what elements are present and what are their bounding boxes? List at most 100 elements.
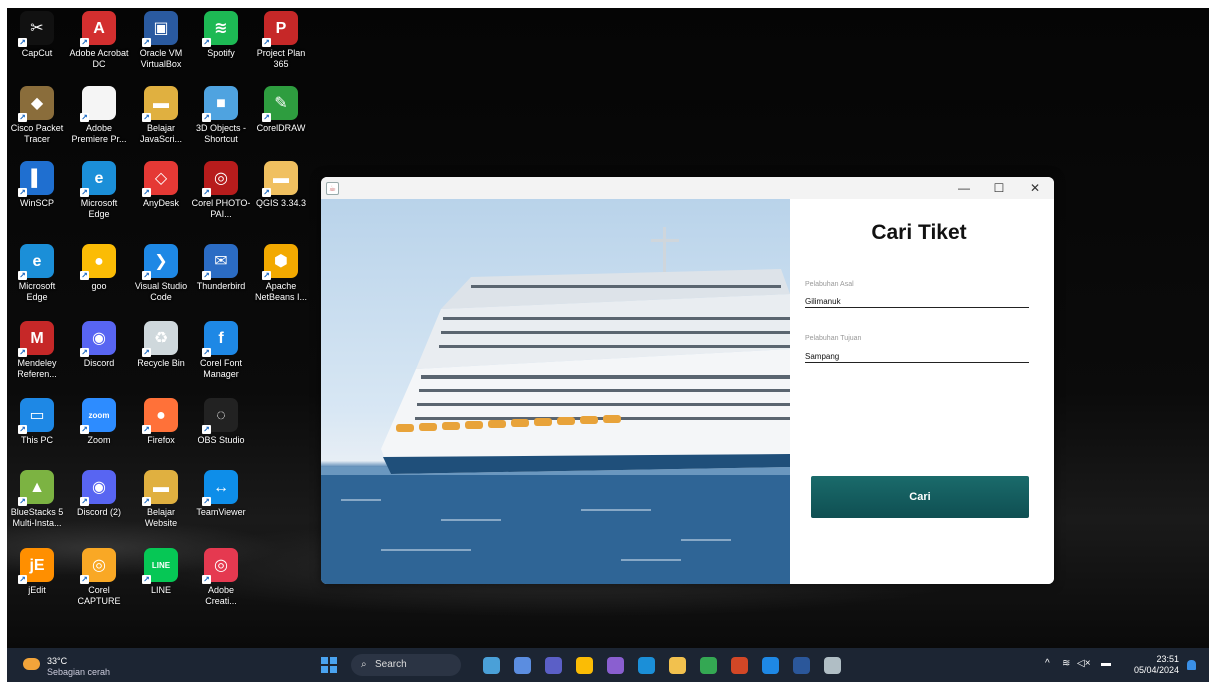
desktop-icon-label: CapCut [21,48,53,58]
desktop-icon[interactable]: ◎ ↗ Corel CAPTURE [69,548,129,607]
desktop-icon[interactable]: ● ↗ goo [69,244,129,292]
desktop-icon[interactable]: A ↗ Adobe Acrobat DC [69,11,129,70]
close-button[interactable]: ✕ [1017,177,1053,199]
desktop-icon[interactable]: ▬ ↗ Belajar JavaScri... [131,86,191,145]
app-icon: ♻ ↗ [142,321,178,357]
desktop-icon[interactable]: ♻ ↗ Recycle Bin [131,321,191,369]
desktop-icon[interactable]: ▭ ↗ This PC [7,398,67,446]
desktop-icon[interactable]: zoom ↗ Zoom [69,398,129,446]
taskbar-visual-studio-icon[interactable] [607,657,624,674]
desktop-icon-label: Mendeley Referen... [17,358,57,379]
desktop-icon[interactable]: ≋ ↗ Spotify [191,11,251,59]
desktop-icon-label: Microsoft Edge [18,281,56,302]
notification-bell-icon[interactable] [1187,660,1196,670]
shortcut-arrow-icon: ↗ [142,425,151,434]
desktop-icon-label: Apache NetBeans I... [254,281,308,302]
maximize-button[interactable]: ☐ [981,177,1017,199]
desktop-icon[interactable]: ◇ ↗ AnyDesk [131,161,191,209]
desktop-icon[interactable]: jE ↗ jEdit [7,548,67,596]
taskbar-search[interactable]: ⌕ Search [351,654,461,676]
desktop-icon[interactable]: ▬ ↗ Belajar Website [131,470,191,529]
taskbar-chrome-2-icon[interactable] [700,657,717,674]
search-placeholder: Search [375,659,407,670]
taskbar-edge-icon[interactable] [638,657,655,674]
taskbar-teams-icon[interactable] [545,657,562,674]
windows-logo-pane [330,666,337,673]
app-icon: ◌ ↗ [202,398,238,434]
shortcut-arrow-icon: ↗ [202,38,211,47]
app-icon: ≋ ↗ [202,11,238,47]
desktop-icon[interactable]: ◌ ↗ OBS Studio [191,398,251,446]
shortcut-arrow-icon: ↗ [142,113,151,122]
app-icon: ▬ ↗ [262,161,298,197]
desktop-icon[interactable]: ◎ ↗ Corel PHOTO-PAI... [191,161,251,220]
desktop-icon[interactable]: e ↗ Microsoft Edge [7,244,67,303]
desktop-icon[interactable]: ↔ ↗ TeamViewer [191,470,251,518]
origin-port-input[interactable] [805,295,1029,308]
destination-port-label: Pelabuhan Tujuan [805,335,862,342]
shortcut-arrow-icon: ↗ [80,113,89,122]
desktop-icon-label: jEdit [28,585,46,595]
desktop-icon[interactable]: ◉ ↗ Discord (2) [69,470,129,518]
battery-icon[interactable]: ▬ [1101,658,1111,669]
desktop-icon[interactable]: ✉ ↗ Thunderbird [191,244,251,292]
taskbar-file-explorer-icon[interactable] [669,657,686,674]
window-titlebar[interactable]: ☕ — ☐ ✕ [321,177,1054,199]
desktop-icon[interactable]: ■ ↗ 3D Objects - Shortcut [191,86,251,145]
shortcut-arrow-icon: ↗ [202,425,211,434]
taskbar-netbeans-icon[interactable] [762,657,779,674]
desktop-icon[interactable]: LINE ↗ LINE [131,548,191,596]
desktop-icon[interactable]: f ↗ Corel Font Manager [191,321,251,380]
app-icon: zoom ↗ [80,398,116,434]
taskbar-word-icon[interactable] [793,657,810,674]
desktop-icon[interactable]: ◉ ↗ Discord [69,321,129,369]
desktop-icon-label: 3D Objects - Shortcut [195,123,246,144]
desktop-icon[interactable]: ✂ ↗ CapCut [7,11,67,59]
app-icon: e ↗ [18,244,54,280]
shortcut-arrow-icon: ↗ [80,188,89,197]
app-icon: f ↗ [202,321,238,357]
desktop-icon[interactable]: ◎ ↗ Adobe Creati... [191,548,251,607]
shortcut-arrow-icon: ↗ [262,113,271,122]
taskbar-powerpoint-icon[interactable] [731,657,748,674]
desktop-icon[interactable]: ▲ ↗ BlueStacks 5 Multi-Insta... [7,470,67,529]
taskbar-clock[interactable]: 23:51 05/04/2024 [1125,654,1179,676]
shortcut-arrow-icon: ↗ [142,575,151,584]
wifi-icon[interactable]: ≋ [1062,658,1070,669]
shortcut-arrow-icon: ↗ [80,575,89,584]
desktop-icon[interactable]: M ↗ Mendeley Referen... [7,321,67,380]
start-button[interactable] [321,657,337,673]
desktop-icon[interactable]: e ↗ Microsoft Edge [69,161,129,220]
desktop-icon[interactable]: ▌ ↗ WinSCP [7,161,67,209]
taskbar-java-icon[interactable] [824,657,841,674]
app-icon: ▲ ↗ [18,470,54,506]
destination-port-input[interactable] [805,350,1029,363]
cruise-ship-image [321,199,790,584]
shortcut-arrow-icon: ↗ [18,271,27,280]
desktop-icon[interactable]: ↗ Adobe Premiere Pr... [69,86,129,145]
shortcut-arrow-icon: ↗ [202,575,211,584]
desktop-icon[interactable]: ▬ ↗ QGIS 3.34.3 [251,161,311,209]
shortcut-arrow-icon: ↗ [18,348,27,357]
taskbar-chrome-icon[interactable] [576,657,593,674]
desktop-icon[interactable]: ✎ ↗ CorelDRAW [251,86,311,134]
desktop-icon[interactable]: P ↗ Project Plan 365 [251,11,311,70]
ticket-search-form: Cari Tiket Pelabuhan Asal Pelabuhan Tuju… [793,199,1054,584]
windows-logo-pane [330,657,337,664]
desktop-icon[interactable]: ◆ ↗ Cisco Packet Tracer [7,86,67,145]
app-icon: ✂ ↗ [18,11,54,47]
app-icon: M ↗ [18,321,54,357]
tray-overflow-chevron-icon[interactable]: ^ [1045,658,1050,669]
desktop-icon-label: Adobe Acrobat DC [69,48,129,69]
desktop-icon[interactable]: ❯ ↗ Visual Studio Code [131,244,191,303]
minimize-button[interactable]: — [946,177,982,199]
taskbar-landscape-icon[interactable] [483,657,500,674]
desktop-icon[interactable]: ⬢ ↗ Apache NetBeans I... [251,244,311,303]
desktop-icon[interactable]: ● ↗ Firefox [131,398,191,446]
form-title: Cari Tiket [871,221,967,244]
taskbar-people-icon[interactable] [514,657,531,674]
desktop-icon-label: This PC [20,435,53,445]
desktop-icon[interactable]: ▣ ↗ Oracle VM VirtualBox [131,11,191,70]
volume-muted-icon[interactable]: ◁× [1077,658,1091,669]
search-button[interactable]: Cari [811,476,1029,518]
